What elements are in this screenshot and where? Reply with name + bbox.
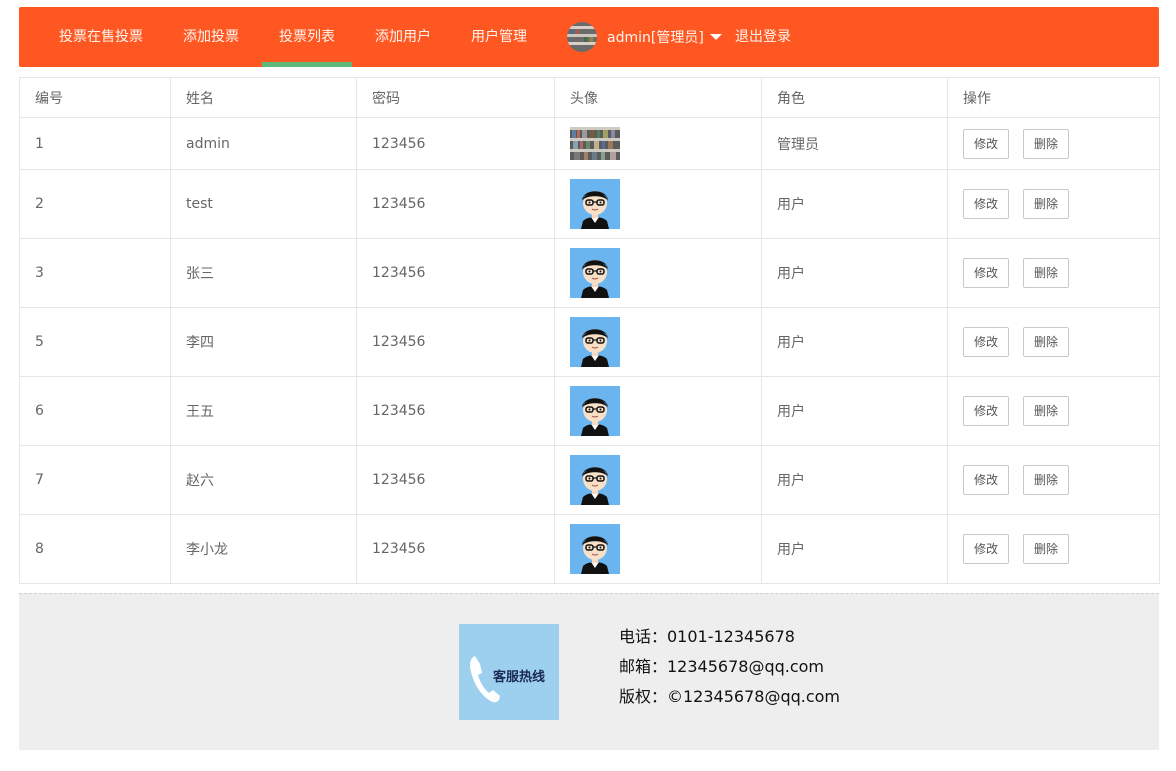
delete-button[interactable]: 删除 xyxy=(1023,534,1070,564)
cell-id: 5 xyxy=(19,307,171,377)
cell-avatar xyxy=(554,169,762,239)
cell-avatar xyxy=(554,238,762,308)
logout-link[interactable]: 退出登录 xyxy=(735,7,791,67)
nav-item-vote-on-sale[interactable]: 投票在售投票 xyxy=(59,7,143,67)
user-name-label: admin[管理员] xyxy=(607,30,704,46)
table-row: 7 赵六 123456 用户 修改 删除 xyxy=(19,445,1160,515)
cell-name: 李四 xyxy=(170,307,357,377)
cell-actions: 修改 删除 xyxy=(947,238,1160,308)
cell-name: admin xyxy=(170,117,357,170)
delete-button[interactable]: 删除 xyxy=(1023,189,1070,219)
cartoon-boy-avatar-image xyxy=(570,386,620,436)
customer-service-hotline-image: 客服热线 xyxy=(459,624,559,720)
contact-info: 电话：0101-12345678 邮箱：12345678@qq.com 版权：©… xyxy=(619,626,840,716)
cell-actions: 修改 删除 xyxy=(947,376,1160,446)
delete-button[interactable]: 删除 xyxy=(1023,396,1070,426)
cell-name: 王五 xyxy=(170,376,357,446)
cell-id: 3 xyxy=(19,238,171,308)
cell-password: 123456 xyxy=(356,514,555,584)
header-password: 密码 xyxy=(356,77,555,118)
table-row: 6 王五 123456 用户 修改 删除 xyxy=(19,376,1160,446)
table-row: 1 admin 123456 管理员 修改 删除 xyxy=(19,117,1160,170)
nav-item-add-user[interactable]: 添加用户 xyxy=(375,7,431,67)
cell-actions: 修改 删除 xyxy=(947,117,1160,170)
cell-id: 7 xyxy=(19,445,171,515)
top-navbar: 投票在售投票 添加投票 投票列表 添加用户 用户管理 admin[管理员] 退出… xyxy=(19,7,1159,67)
delete-button[interactable]: 删除 xyxy=(1023,465,1070,495)
cell-password: 123456 xyxy=(356,445,555,515)
table-row: 5 李四 123456 用户 修改 删除 xyxy=(19,307,1160,377)
nav-item-user-management[interactable]: 用户管理 xyxy=(471,7,527,67)
edit-button[interactable]: 修改 xyxy=(963,534,1010,564)
header-avatar: 头像 xyxy=(554,77,762,118)
hotline-label: 客服热线 xyxy=(493,670,546,685)
nav-item-vote-list-label: 投票列表 xyxy=(279,29,335,45)
cell-actions: 修改 删除 xyxy=(947,445,1160,515)
cell-name: 张三 xyxy=(170,238,357,308)
user-avatar xyxy=(567,22,597,52)
cell-name: 李小龙 xyxy=(170,514,357,584)
cell-avatar xyxy=(554,117,762,170)
cell-actions: 修改 删除 xyxy=(947,307,1160,377)
header-role: 角色 xyxy=(761,77,948,118)
header-actions: 操作 xyxy=(947,77,1160,118)
table-row: 3 张三 123456 用户 修改 删除 xyxy=(19,238,1160,308)
cell-avatar xyxy=(554,514,762,584)
edit-button[interactable]: 修改 xyxy=(963,327,1010,357)
cell-avatar xyxy=(554,376,762,446)
table-header-row: 编号 姓名 密码 头像 角色 操作 xyxy=(19,77,1160,118)
cartoon-boy-avatar-image xyxy=(570,179,620,229)
cell-password: 123456 xyxy=(356,117,555,170)
cell-avatar xyxy=(554,445,762,515)
edit-button[interactable]: 修改 xyxy=(963,396,1010,426)
cell-role: 用户 xyxy=(761,376,948,446)
cell-role: 用户 xyxy=(761,238,948,308)
cell-actions: 修改 删除 xyxy=(947,514,1160,584)
header-name: 姓名 xyxy=(170,77,357,118)
cell-password: 123456 xyxy=(356,376,555,446)
edit-button[interactable]: 修改 xyxy=(963,189,1010,219)
delete-button[interactable]: 删除 xyxy=(1023,327,1070,357)
cell-role: 用户 xyxy=(761,514,948,584)
cell-id: 8 xyxy=(19,514,171,584)
footer: 客服热线 电话：0101-12345678 邮箱：12345678@qq.com… xyxy=(19,593,1159,750)
cartoon-boy-avatar-image xyxy=(570,248,620,298)
cell-password: 123456 xyxy=(356,238,555,308)
edit-button[interactable]: 修改 xyxy=(963,465,1010,495)
cell-password: 123456 xyxy=(356,307,555,377)
delete-button[interactable]: 删除 xyxy=(1023,128,1070,159)
bookshelf-avatar-image xyxy=(570,127,620,160)
cell-id: 1 xyxy=(19,117,171,170)
edit-button[interactable]: 修改 xyxy=(963,128,1010,159)
cell-role: 用户 xyxy=(761,445,948,515)
phone-line: 电话：0101-12345678 xyxy=(619,627,795,646)
cartoon-boy-avatar-image xyxy=(570,524,620,574)
email-line: 邮箱：12345678@qq.com xyxy=(619,657,825,676)
cell-actions: 修改 删除 xyxy=(947,169,1160,239)
cell-name: 赵六 xyxy=(170,445,357,515)
cell-avatar xyxy=(554,307,762,377)
nav-item-vote-list[interactable]: 投票列表 xyxy=(262,7,352,67)
cell-role: 管理员 xyxy=(761,117,948,170)
copyright-line: 版权：©12345678@qq.com xyxy=(619,687,841,706)
chevron-down-icon xyxy=(709,34,722,40)
cell-role: 用户 xyxy=(761,169,948,239)
edit-button[interactable]: 修改 xyxy=(963,258,1010,288)
table-row: 2 test 123456 用户 修改 删除 xyxy=(19,169,1160,239)
cell-role: 用户 xyxy=(761,307,948,377)
cell-id: 6 xyxy=(19,376,171,446)
header-id: 编号 xyxy=(19,77,171,118)
cell-password: 123456 xyxy=(356,169,555,239)
delete-button[interactable]: 删除 xyxy=(1023,258,1070,288)
cartoon-boy-avatar-image xyxy=(570,317,620,367)
nav-item-add-vote[interactable]: 添加投票 xyxy=(183,7,239,67)
table-row: 8 李小龙 123456 用户 修改 删除 xyxy=(19,514,1160,584)
user-table: 编号 姓名 密码 头像 角色 操作 1 admin 123456 管理员 修改 … xyxy=(19,77,1160,584)
user-menu[interactable]: admin[管理员] xyxy=(567,7,722,67)
cell-id: 2 xyxy=(19,169,171,239)
cell-name: test xyxy=(170,169,357,239)
cartoon-boy-avatar-image xyxy=(570,455,620,505)
